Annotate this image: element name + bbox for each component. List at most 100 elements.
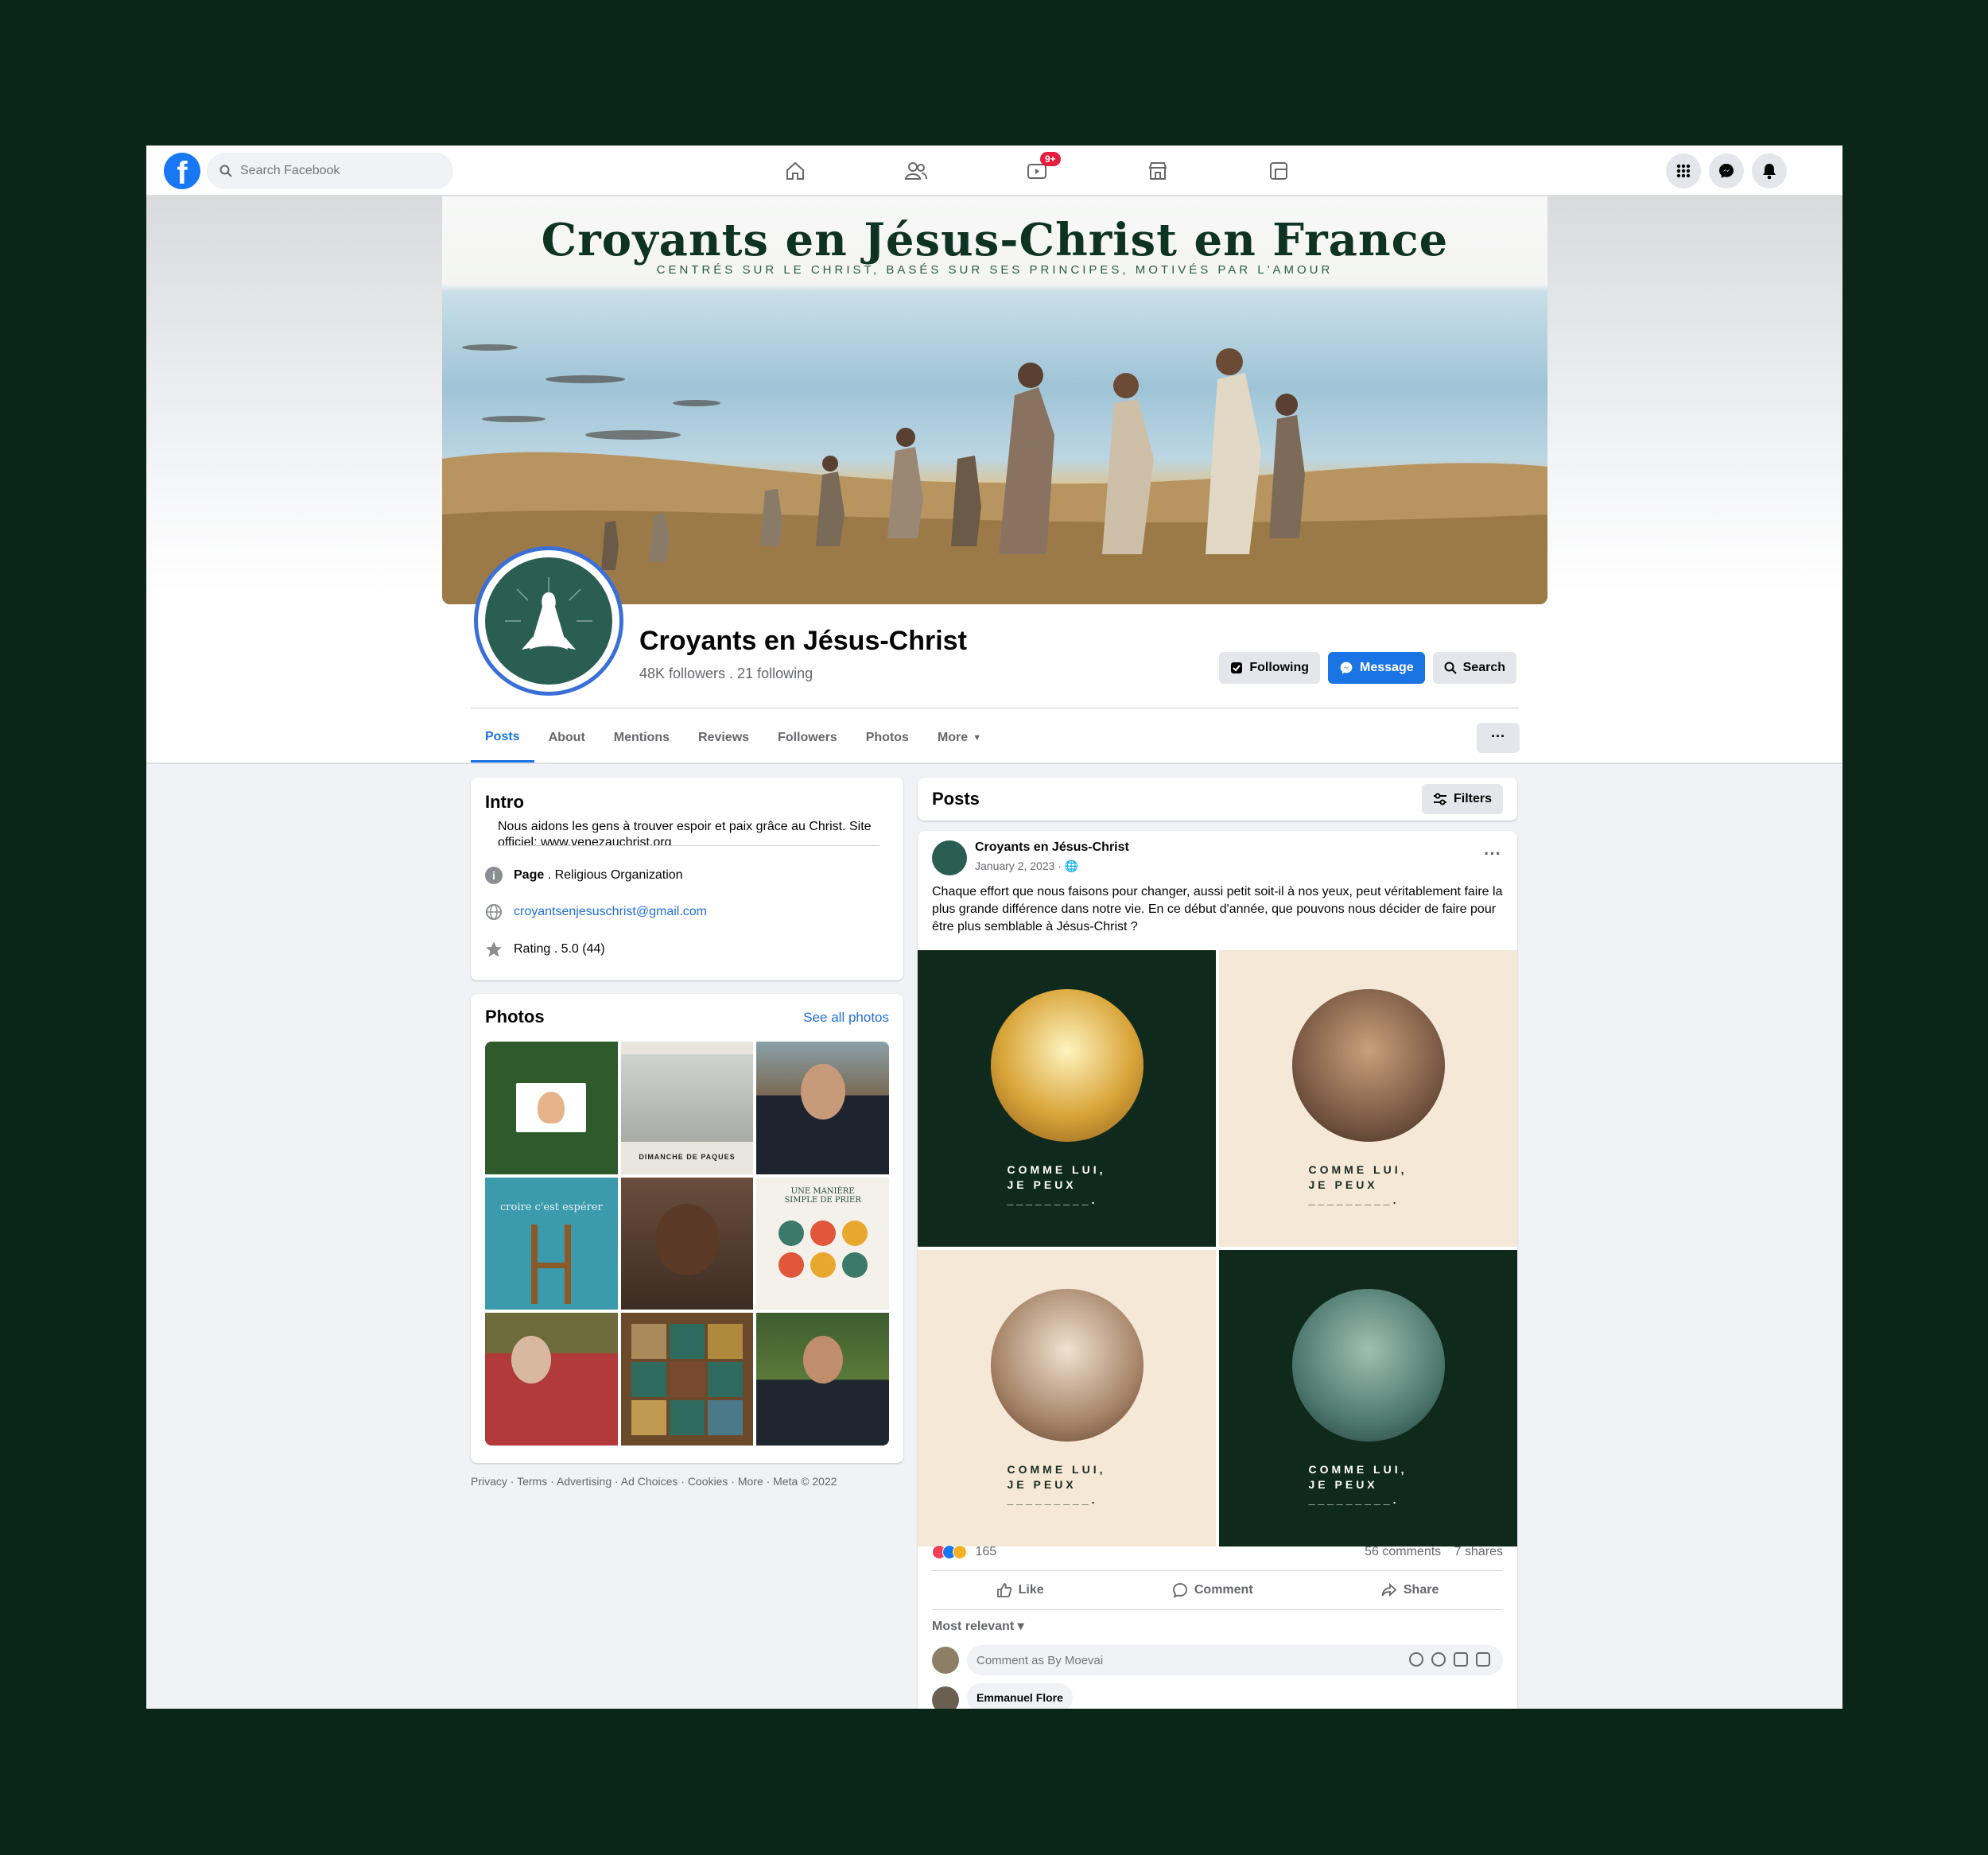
avatar-sticker-icon[interactable] — [1409, 1652, 1423, 1667]
photo-caption: UNE MANIÈRE SIMPLE DE PRIER — [784, 1186, 861, 1205]
facebook-logo-icon[interactable]: f — [164, 153, 200, 189]
watch-icon[interactable]: 9+ — [977, 146, 1097, 196]
search-box[interactable] — [207, 153, 453, 189]
filters-button[interactable]: Filters — [1421, 784, 1503, 814]
intro-title: Intro — [485, 792, 524, 812]
marketplace-icon[interactable] — [1097, 146, 1218, 196]
post-image-circle — [1291, 1289, 1445, 1442]
photo-thumbnail[interactable]: UNE MANIÈRE SIMPLE DE PRIER — [756, 1177, 889, 1310]
friends-icon[interactable] — [856, 146, 977, 196]
photo-thumbnail[interactable] — [485, 1042, 618, 1174]
post-card: Croyants en Jésus-Christ January 2, 2023… — [918, 831, 1517, 1709]
browser-window: f 9+ — [146, 146, 1842, 1709]
post-image-circle — [990, 1289, 1143, 1442]
current-user-avatar[interactable] — [932, 1647, 959, 1674]
sticker-icon[interactable] — [1476, 1652, 1490, 1667]
globe-icon: 🌐 — [1064, 860, 1079, 872]
chevron-down-icon: ▼ — [973, 733, 982, 743]
tab-photos[interactable]: Photos — [852, 713, 923, 763]
photos-title: Photos — [485, 1007, 545, 1026]
page-category: . Religious Organization — [544, 868, 683, 882]
post-author-name[interactable]: Croyants en Jésus-Christ — [975, 840, 1129, 855]
footer-links[interactable]: Privacy · Terms · Advertising · Ad Choic… — [471, 1475, 837, 1488]
notifications-icon[interactable] — [1752, 153, 1787, 188]
post-text: Chaque effort que nous faisons pour chan… — [932, 885, 1503, 933]
post-image-caption: COMME LUI, JE PEUX _________. — [1308, 1463, 1408, 1506]
shares-count[interactable]: 7 shares — [1454, 1545, 1503, 1558]
tab-mentions[interactable]: Mentions — [600, 713, 684, 763]
photo-thumbnail[interactable]: DIMANCHE DE PAQUES — [620, 1042, 754, 1174]
share-label: Share — [1403, 1583, 1439, 1597]
profile-avatar[interactable] — [474, 546, 623, 696]
posts-header-card: Posts Filters — [918, 778, 1517, 821]
post-actions: Like Comment Share — [932, 1570, 1503, 1610]
care-reaction-icon — [953, 1545, 967, 1559]
intro-rating[interactable]: Rating . 5.0 (44) — [514, 942, 605, 957]
tab-more[interactable]: More ▼ — [923, 713, 996, 763]
photo-thumbnail[interactable] — [620, 1313, 754, 1446]
post-more-button[interactable]: ··· — [1484, 844, 1501, 864]
post-date[interactable]: January 2, 2023 · 🌐 — [975, 860, 1078, 873]
comment-input[interactable] — [977, 1653, 1374, 1667]
gaming-icon[interactable] — [1218, 146, 1339, 196]
notification-badge: 9+ — [1040, 152, 1061, 166]
post-image-caption: COMME LUI, JE PEUX _________. — [1007, 1163, 1106, 1206]
following-button[interactable]: Following — [1219, 652, 1321, 684]
tab-reviews[interactable]: Reviews — [684, 713, 763, 763]
photo-thumbnail[interactable] — [756, 1042, 889, 1174]
like-button[interactable]: Like — [996, 1582, 1044, 1598]
emoji-icon[interactable] — [1431, 1652, 1446, 1667]
post-image[interactable]: COMME LUI, JE PEUX _________. — [1219, 950, 1517, 1247]
post-image-circle — [990, 989, 1143, 1142]
photo-thumbnail[interactable] — [485, 1313, 618, 1446]
photo-thumbnail[interactable]: croire c'est espérer — [485, 1177, 618, 1310]
photo-thumbnail[interactable] — [620, 1177, 754, 1310]
intro-email-link[interactable]: croyantsenjesuschrist@gmail.com — [514, 905, 707, 919]
comments-count[interactable]: 56 comments — [1365, 1545, 1441, 1558]
intro-category: Page . Religious Organization — [514, 868, 683, 883]
tab-about[interactable]: About — [534, 713, 600, 763]
menu-grid-icon[interactable] — [1666, 153, 1701, 188]
post-image[interactable]: COMME LUI, JE PEUX _________. — [1219, 1250, 1517, 1546]
comment-button[interactable]: Comment — [1172, 1582, 1253, 1598]
comment-sort-dropdown[interactable]: Most relevant ▾ — [932, 1618, 1024, 1634]
comment-box[interactable] — [967, 1645, 1503, 1675]
message-button-label: Message — [1360, 661, 1414, 674]
profile-actions: Following Message Search — [1219, 652, 1516, 684]
following-check-icon — [1231, 662, 1243, 673]
message-button[interactable]: Message — [1328, 652, 1425, 684]
post-image[interactable]: COMME LUI, JE PEUX _________. — [918, 1250, 1216, 1546]
see-all-photos-link[interactable]: See all photos — [803, 1010, 889, 1026]
tab-followers[interactable]: Followers — [763, 713, 852, 763]
tab-posts[interactable]: Posts — [471, 713, 534, 763]
comment-bubble-icon — [1172, 1583, 1187, 1598]
tab-more-label: More — [937, 731, 969, 744]
post-image[interactable]: COMME LUI, JE PEUX _________. — [918, 950, 1216, 1247]
comment-label: Comment — [1194, 1583, 1253, 1597]
intro-rating-row: Rating . 5.0 (44) — [485, 941, 605, 958]
page-search-button[interactable]: Search — [1432, 652, 1516, 684]
commenter-avatar[interactable] — [932, 1686, 959, 1709]
share-arrow-icon — [1381, 1582, 1397, 1597]
globe-icon — [486, 904, 502, 920]
search-button-label: Search — [1462, 661, 1505, 674]
follower-stats[interactable]: 48K followers . 21 following — [639, 666, 813, 682]
home-icon[interactable] — [735, 146, 856, 196]
page-tabs: Posts About Mentions Reviews Followers P… — [471, 713, 996, 763]
share-button[interactable]: Share — [1381, 1582, 1439, 1598]
comment-author-name[interactable]: Emmanuel Flore — [967, 1683, 1073, 1709]
post-image-circle — [1291, 989, 1445, 1142]
post-image-caption: COMME LUI, JE PEUX _________. — [1308, 1163, 1408, 1206]
photo-caption: croire c'est espérer — [500, 1201, 603, 1213]
search-input[interactable] — [240, 164, 423, 178]
top-navigation-bar: f 9+ — [146, 146, 1842, 196]
reaction-count-group[interactable]: 165 — [932, 1545, 996, 1559]
more-options-button[interactable]: ··· — [1477, 723, 1520, 753]
page-header: Croyants en Jésus-Christ en France CENTR… — [146, 196, 1842, 764]
gif-icon[interactable] — [1454, 1652, 1468, 1667]
photo-thumbnail[interactable] — [756, 1313, 889, 1446]
post-author-avatar[interactable] — [932, 840, 967, 875]
cover-illustration — [442, 344, 1547, 604]
messenger-icon[interactable] — [1709, 153, 1744, 188]
cover-photo[interactable]: Croyants en Jésus-Christ en France CENTR… — [442, 196, 1547, 604]
